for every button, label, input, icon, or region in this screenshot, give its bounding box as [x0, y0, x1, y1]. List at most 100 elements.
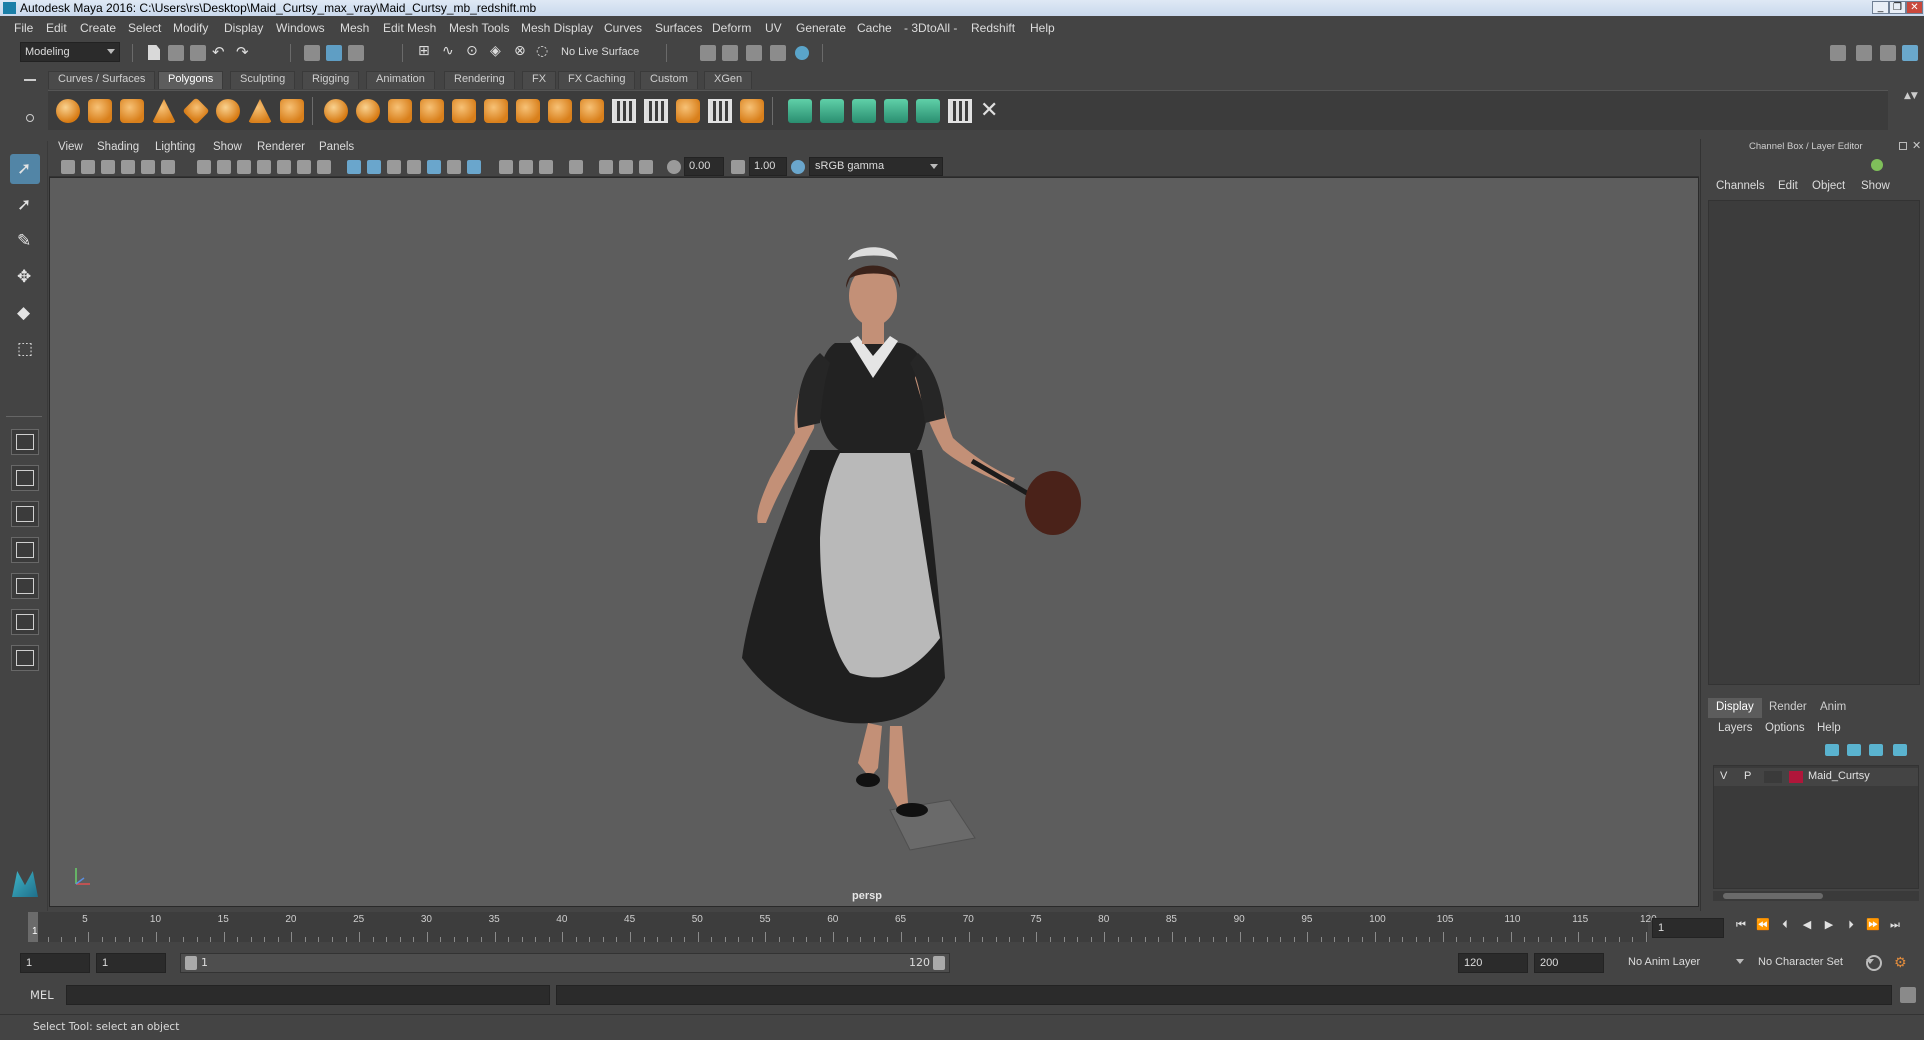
- play-backwards-icon[interactable]: ◀: [1800, 918, 1814, 932]
- channel-menu-edit[interactable]: Edit: [1778, 180, 1798, 192]
- redo-icon[interactable]: ↷: [236, 43, 254, 61]
- poly-cube-icon[interactable]: [88, 99, 112, 123]
- move-layer-down-icon[interactable]: [1847, 744, 1861, 756]
- auto-key-icon[interactable]: [1866, 955, 1882, 971]
- float-panel-icon[interactable]: [1899, 142, 1907, 150]
- perspective-viewport[interactable]: persp: [49, 177, 1699, 907]
- soft-select-icon[interactable]: [916, 99, 940, 123]
- menu-edit[interactable]: Edit: [46, 21, 67, 35]
- custom-layout-icon[interactable]: [11, 645, 39, 671]
- shelf-tab-fx-caching[interactable]: FX Caching: [558, 71, 636, 89]
- move-tool-button[interactable]: ✥: [10, 262, 40, 292]
- shelf-tab-fx[interactable]: FX: [522, 71, 557, 89]
- play-forwards-icon[interactable]: ▶: [1822, 918, 1836, 932]
- menu-3dtoall[interactable]: - 3DtoAll -: [904, 21, 957, 35]
- panel-menu-panels[interactable]: Panels: [319, 141, 354, 153]
- menu-set-dropdown[interactable]: Modeling: [20, 42, 120, 62]
- wireframe-icon[interactable]: [347, 160, 361, 174]
- script-editor-icon[interactable]: [1900, 987, 1916, 1003]
- select-face-icon[interactable]: [852, 99, 876, 123]
- textured-icon[interactable]: [407, 160, 421, 174]
- outliner-persp-layout-icon[interactable]: [11, 573, 39, 599]
- xray-icon[interactable]: [599, 160, 613, 174]
- multi-cut-icon[interactable]: [548, 99, 572, 123]
- ipr-render-icon[interactable]: [722, 45, 738, 61]
- layer-tab-anim[interactable]: Anim: [1812, 698, 1854, 718]
- attribute-editor-icon[interactable]: [1856, 45, 1872, 61]
- new-scene-icon[interactable]: [148, 45, 160, 60]
- wireframe-on-shaded-icon[interactable]: [387, 160, 401, 174]
- grid-icon[interactable]: [197, 160, 211, 174]
- make-live-icon[interactable]: ⊗: [514, 43, 532, 61]
- menu-redshift[interactable]: Redshift: [971, 21, 1015, 35]
- ambient-occlusion-icon[interactable]: [467, 160, 481, 174]
- use-all-lights-icon[interactable]: [427, 160, 441, 174]
- lasso-tool-button[interactable]: ➚: [10, 190, 40, 220]
- menu-file[interactable]: File: [14, 21, 33, 35]
- panel-menu-show[interactable]: Show: [213, 141, 242, 153]
- poly-sphere-icon[interactable]: [56, 99, 80, 123]
- current-frame-field[interactable]: 1: [1652, 918, 1724, 938]
- command-input[interactable]: [66, 985, 550, 1005]
- target-weld-icon[interactable]: [676, 99, 700, 123]
- multisample-aa-icon[interactable]: [519, 160, 533, 174]
- layer-playback-toggle[interactable]: P: [1744, 770, 1751, 782]
- two-pane-side-layout-icon[interactable]: [11, 501, 39, 527]
- shelf-menu-icon[interactable]: [24, 79, 36, 81]
- modeling-toolkit-icon[interactable]: [1830, 45, 1846, 61]
- gamma-field[interactable]: 1.00: [749, 157, 787, 176]
- isolate-select-icon[interactable]: [569, 160, 583, 174]
- close-panel-icon[interactable]: ✕: [1912, 139, 1921, 152]
- field-chart-icon[interactable]: [277, 160, 291, 174]
- display-layer-row[interactable]: V P Maid_Curtsy: [1714, 768, 1918, 786]
- poly-cone-icon[interactable]: [152, 99, 176, 123]
- menu-surfaces[interactable]: Surfaces: [655, 21, 702, 35]
- xray-active-icon[interactable]: [619, 160, 633, 174]
- uv-editor-icon[interactable]: [708, 99, 732, 123]
- step-back-key-icon[interactable]: ⏴: [1778, 918, 1792, 932]
- smooth-icon[interactable]: [420, 99, 444, 123]
- bevel-icon[interactable]: [516, 99, 540, 123]
- select-hierarchy-icon[interactable]: [304, 45, 320, 61]
- single-pane-layout-icon[interactable]: [11, 429, 39, 455]
- time-slider[interactable]: 1 5 10 15 20 25 30 35 40 45 50 55 60 65 70 75 80 85 90 95 1…: [28, 912, 1657, 942]
- layer-display-type[interactable]: [1764, 771, 1782, 783]
- motion-blur-icon[interactable]: [499, 160, 513, 174]
- select-edge-icon[interactable]: [820, 99, 844, 123]
- snap-curve-icon[interactable]: ∿: [442, 43, 460, 61]
- color-management-icon[interactable]: [791, 160, 805, 174]
- character-model[interactable]: [50, 178, 1699, 907]
- view-transform-dropdown[interactable]: sRGB gamma: [809, 157, 943, 176]
- tool-settings-icon[interactable]: [1880, 45, 1896, 61]
- snap-view-plane-icon[interactable]: ◈: [490, 43, 508, 61]
- layer-scrollbar[interactable]: [1713, 891, 1919, 901]
- channel-box-icon[interactable]: [1871, 159, 1883, 171]
- shelf-tab-rendering[interactable]: Rendering: [444, 71, 515, 89]
- layer-visibility-toggle[interactable]: V: [1720, 770, 1727, 782]
- command-language-label[interactable]: MEL: [30, 988, 54, 1002]
- playback-end-field[interactable]: 120: [1458, 953, 1528, 973]
- menu-windows[interactable]: Windows: [276, 21, 325, 35]
- hypershade-icon[interactable]: [770, 45, 786, 61]
- animation-preferences-icon[interactable]: ⚙: [1894, 955, 1910, 971]
- gamma-icon[interactable]: [731, 160, 745, 174]
- save-scene-icon[interactable]: [190, 45, 206, 61]
- panel-menu-lighting[interactable]: Lighting: [155, 141, 195, 153]
- move-layer-up-icon[interactable]: [1825, 744, 1839, 756]
- grease-pencil-icon[interactable]: [141, 160, 155, 174]
- poly-pyramid-icon[interactable]: [248, 99, 272, 123]
- safe-title-icon[interactable]: [317, 160, 331, 174]
- snap-point-icon[interactable]: ⊙: [466, 43, 484, 61]
- menu-deform[interactable]: Deform: [712, 21, 751, 35]
- shelf-tab-curves-surfaces[interactable]: Curves / Surfaces: [48, 71, 156, 89]
- image-plane-icon[interactable]: [121, 160, 135, 174]
- menu-mesh-display[interactable]: Mesh Display: [521, 21, 593, 35]
- select-vertex-icon[interactable]: [788, 99, 812, 123]
- range-slider[interactable]: 1 120: [180, 953, 950, 973]
- open-scene-icon[interactable]: [168, 45, 184, 61]
- select-tool-button[interactable]: ➚: [10, 154, 40, 184]
- xray-joints-icon[interactable]: [639, 160, 653, 174]
- step-forward-frame-icon[interactable]: ⏩: [1866, 918, 1880, 932]
- shelf-tab-animation[interactable]: Animation: [366, 71, 435, 89]
- range-start-handle[interactable]: [185, 956, 197, 970]
